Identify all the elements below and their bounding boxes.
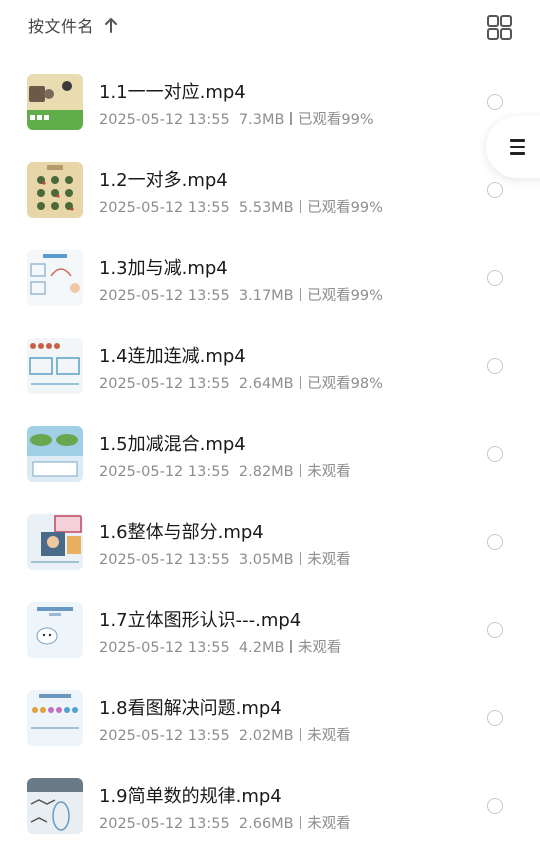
- select-radio[interactable]: [487, 622, 503, 638]
- file-date: 2025-05-12 13:55: [99, 376, 230, 392]
- file-title: 1.9简单数的规律.mp4: [99, 786, 282, 807]
- video-thumbnail: [27, 690, 83, 746]
- video-thumbnail: [27, 778, 83, 834]
- file-size: 2.66MB: [238, 816, 294, 832]
- arrow-up-icon: [105, 18, 118, 33]
- sort-label: 按文件名: [28, 17, 95, 36]
- divider: [299, 728, 302, 741]
- file-title: 1.6整体与部分.mp4: [99, 522, 264, 543]
- select-radio[interactable]: [487, 446, 503, 462]
- file-date: 2025-05-12 13:55: [99, 200, 230, 216]
- watch-status: 已观看99%: [307, 288, 383, 304]
- file-date: 2025-05-12 13:55: [99, 464, 230, 480]
- video-thumbnail: [27, 602, 83, 658]
- select-radio[interactable]: [487, 534, 503, 550]
- grid-view-icon[interactable]: [486, 14, 512, 40]
- file-size: 2.82MB: [238, 464, 294, 480]
- file-date: 2025-05-12 13:55: [99, 552, 230, 568]
- file-date: 2025-05-12 13:55: [99, 112, 230, 128]
- divider: [299, 464, 302, 477]
- list-item[interactable]: 1.2一对多.mp4 2025-05-12 13:55 5.53MB 已观看99%: [0, 146, 540, 234]
- watch-status: 已观看98%: [307, 376, 383, 392]
- file-meta: 2025-05-12 13:55 2.66MB 未观看: [99, 812, 351, 833]
- watch-status: 已观看99%: [307, 200, 383, 216]
- watch-status: 未观看: [307, 816, 351, 832]
- watch-status: 未观看: [307, 552, 351, 568]
- file-size: 4.2MB: [238, 640, 285, 656]
- list-item[interactable]: 1.5加减混合.mp4 2025-05-12 13:55 2.82MB 未观看: [0, 410, 540, 498]
- select-radio[interactable]: [487, 270, 503, 286]
- file-meta: 2025-05-12 13:55 2.64MB 已观看98%: [99, 372, 383, 393]
- file-meta: 2025-05-12 13:55 2.02MB 未观看: [99, 724, 351, 745]
- file-title: 1.5加减混合.mp4: [99, 434, 246, 455]
- select-radio[interactable]: [487, 94, 503, 110]
- sort-by-name-button[interactable]: 按文件名: [28, 13, 118, 37]
- file-title: 1.1一一对应.mp4: [99, 82, 246, 103]
- file-title: 1.7立体图形认识---.mp4: [99, 610, 302, 631]
- list-item[interactable]: 1.1一一对应.mp4 2025-05-12 13:55 7.3MB 已观看99%: [0, 58, 540, 146]
- select-radio[interactable]: [487, 798, 503, 814]
- video-thumbnail: [27, 250, 83, 306]
- list-item[interactable]: 1.6整体与部分.mp4 2025-05-12 13:55 3.05MB 未观看: [0, 498, 540, 586]
- file-date: 2025-05-12 13:55: [99, 640, 230, 656]
- file-date: 2025-05-12 13:55: [99, 288, 230, 304]
- divider: [299, 816, 302, 829]
- file-title: 1.2一对多.mp4: [99, 170, 228, 191]
- file-title: 1.3加与减.mp4: [99, 258, 228, 279]
- select-radio[interactable]: [487, 710, 503, 726]
- file-meta: 2025-05-12 13:55 5.53MB 已观看99%: [99, 196, 383, 217]
- file-size: 2.64MB: [238, 376, 294, 392]
- menu-icon: [510, 139, 525, 155]
- video-thumbnail: [27, 514, 83, 570]
- select-radio[interactable]: [487, 358, 503, 374]
- file-title: 1.4连加连减.mp4: [99, 346, 246, 367]
- file-size: 3.05MB: [238, 552, 294, 568]
- divider: [299, 200, 302, 213]
- file-meta: 2025-05-12 13:55 7.3MB 已观看99%: [99, 108, 374, 129]
- file-date: 2025-05-12 13:55: [99, 728, 230, 744]
- video-thumbnail: [27, 426, 83, 482]
- divider: [299, 376, 302, 389]
- video-thumbnail: [27, 162, 83, 218]
- file-size: 3.17MB: [238, 288, 294, 304]
- file-meta: 2025-05-12 13:55 4.2MB 未观看: [99, 636, 341, 657]
- divider: [299, 552, 302, 565]
- list-item[interactable]: 1.7立体图形认识---.mp4 2025-05-12 13:55 4.2MB 未…: [0, 586, 540, 674]
- file-title: 1.8看图解决问题.mp4: [99, 698, 282, 719]
- file-date: 2025-05-12 13:55: [99, 816, 230, 832]
- file-list: 1.1一一对应.mp4 2025-05-12 13:55 7.3MB 已观看99%…: [0, 58, 540, 850]
- divider: [299, 288, 302, 301]
- select-radio[interactable]: [487, 182, 503, 198]
- watch-status: 未观看: [297, 640, 342, 656]
- list-item[interactable]: 1.9简单数的规律.mp4 2025-05-12 13:55 2.66MB 未观看: [0, 762, 540, 850]
- list-item[interactable]: 1.3加与减.mp4 2025-05-12 13:55 3.17MB 已观看99%: [0, 234, 540, 322]
- list-item[interactable]: 1.4连加连减.mp4 2025-05-12 13:55 2.64MB 已观看98…: [0, 322, 540, 410]
- video-thumbnail: [27, 338, 83, 394]
- file-meta: 2025-05-12 13:55 3.05MB 未观看: [99, 548, 351, 569]
- divider: [290, 640, 292, 653]
- divider: [290, 112, 292, 125]
- watch-status: 已观看99%: [297, 112, 374, 128]
- side-menu-handle[interactable]: [486, 116, 540, 178]
- watch-status: 未观看: [307, 464, 351, 480]
- file-meta: 2025-05-12 13:55 3.17MB 已观看99%: [99, 284, 383, 305]
- file-meta: 2025-05-12 13:55 2.82MB 未观看: [99, 460, 351, 481]
- file-size: 5.53MB: [238, 200, 294, 216]
- watch-status: 未观看: [307, 728, 351, 744]
- file-size: 2.02MB: [238, 728, 294, 744]
- list-item[interactable]: 1.8看图解决问题.mp4 2025-05-12 13:55 2.02MB 未观看: [0, 674, 540, 762]
- video-thumbnail: [27, 74, 83, 130]
- file-size: 7.3MB: [238, 112, 285, 128]
